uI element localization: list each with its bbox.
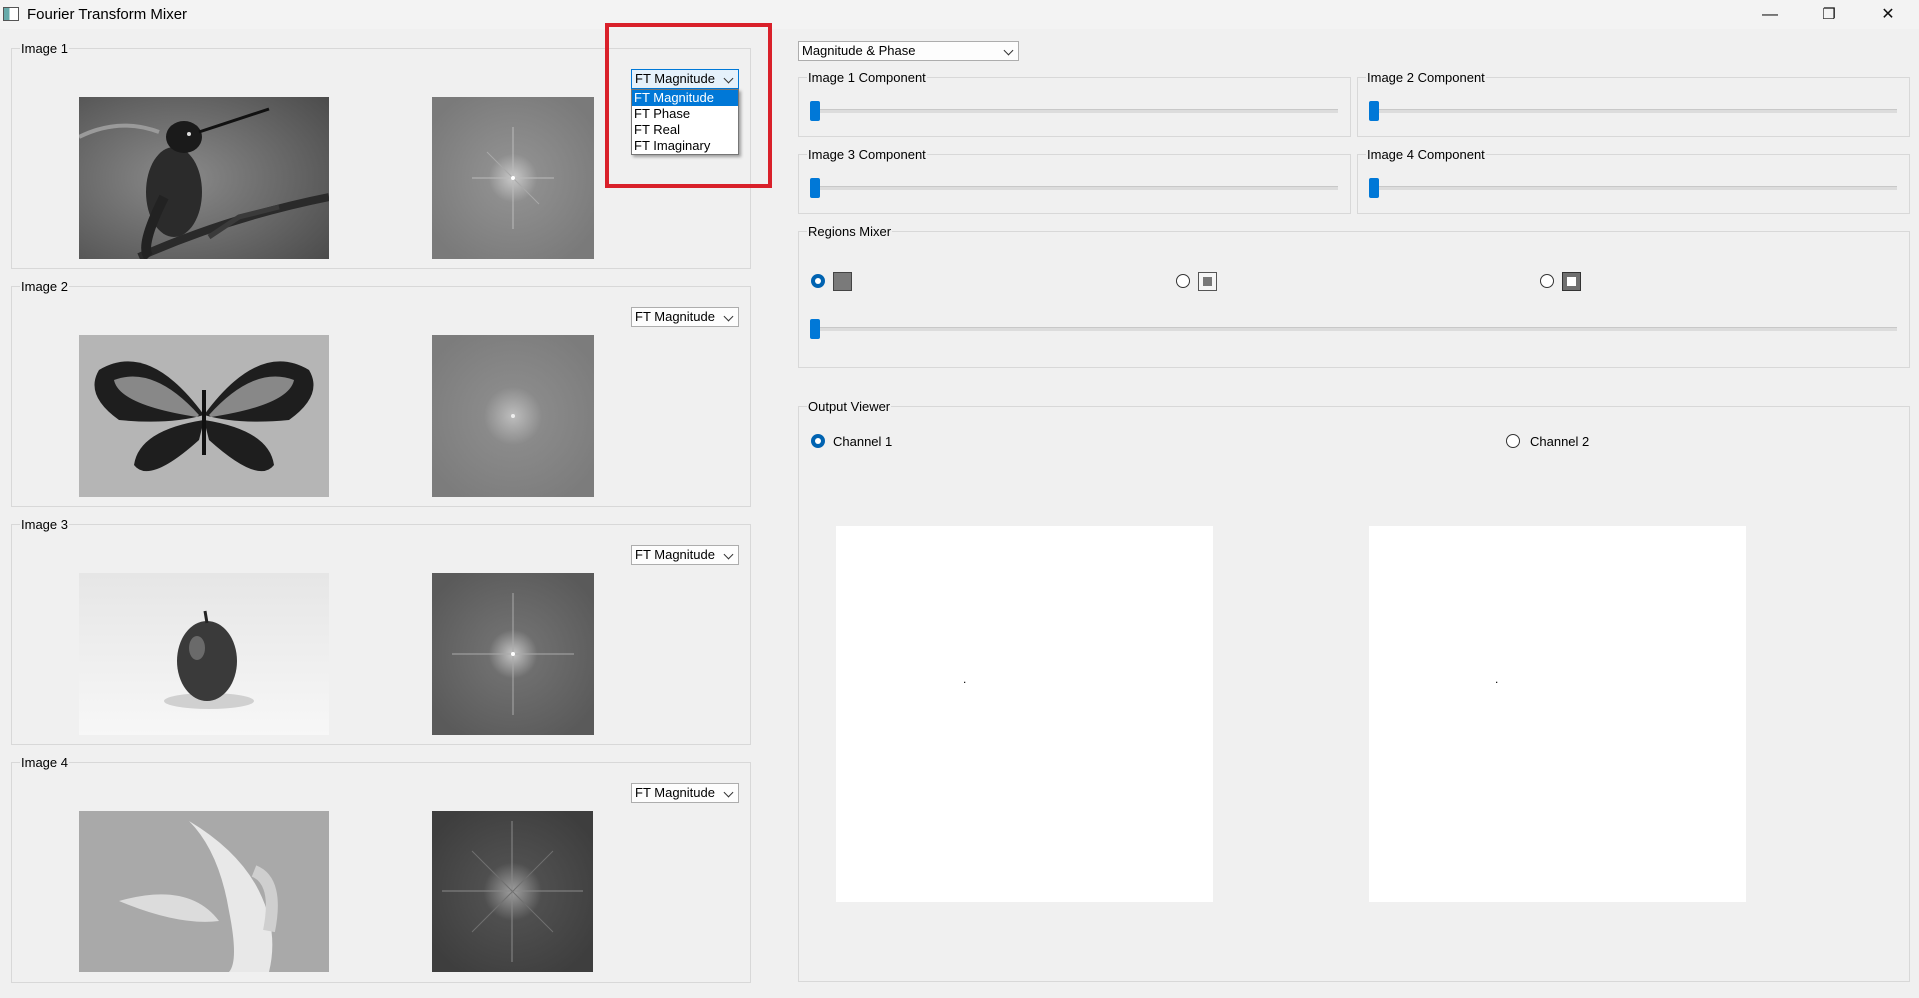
image-3-component-slider-handle[interactable]: [810, 178, 820, 198]
image-1-original[interactable]: [79, 97, 329, 259]
image-4-ft-view[interactable]: [432, 811, 593, 972]
region-outer-radio[interactable]: [1540, 274, 1554, 288]
image-2-component-value: FT Magnitude: [635, 309, 715, 324]
output-2-dot: .: [1495, 672, 1499, 686]
region-size-slider-handle[interactable]: [810, 319, 820, 339]
image-1-component-label: Image 1 Component: [807, 70, 927, 85]
chevron-down-icon: [723, 787, 734, 798]
image-4-component-value: FT Magnitude: [635, 785, 715, 800]
image-2-component-slider-handle[interactable]: [1369, 101, 1379, 121]
channel-2-radio[interactable]: [1506, 434, 1520, 448]
image-4-component-select[interactable]: FT Magnitude: [631, 783, 739, 803]
image-1-component-group: [798, 77, 1351, 137]
window-title: Fourier Transform Mixer: [27, 6, 188, 23]
image-3-label: Image 3: [20, 517, 69, 532]
title-bar: Fourier Transform Mixer — ❐ ✕: [0, 0, 1919, 29]
mode-select-value: Magnitude & Phase: [802, 43, 916, 58]
channel-2-label[interactable]: Channel 2: [1530, 434, 1589, 449]
chevron-down-icon: [723, 549, 734, 560]
image-3-component-select[interactable]: FT Magnitude: [631, 545, 739, 565]
image-3-component-value: FT Magnitude: [635, 547, 715, 562]
image-4-original[interactable]: [79, 811, 329, 972]
image-3-component-label: Image 3 Component: [807, 147, 927, 162]
output-2-view[interactable]: .: [1369, 526, 1746, 902]
maximize-button[interactable]: ❐: [1806, 0, 1852, 29]
channel-1-radio[interactable]: [811, 434, 825, 448]
image-2-component-label: Image 2 Component: [1366, 70, 1486, 85]
image-1-label: Image 1: [20, 41, 69, 56]
image-2-component-slider-track[interactable]: [1369, 109, 1897, 113]
image-1-component-slider-handle[interactable]: [810, 101, 820, 121]
image-3-component-slider-track[interactable]: [810, 186, 1338, 190]
image-2-component-select[interactable]: FT Magnitude: [631, 307, 739, 327]
chevron-down-icon: [723, 311, 734, 322]
full-region-icon: [833, 272, 852, 291]
image-4-component-slider-track[interactable]: [1369, 186, 1897, 190]
chevron-down-icon: [1003, 45, 1014, 56]
output-1-dot: .: [963, 672, 967, 686]
outer-region-icon: [1562, 272, 1581, 291]
output-viewer-label: Output Viewer: [807, 399, 892, 414]
close-button[interactable]: ✕: [1865, 0, 1911, 29]
image-4-component-group: [1357, 154, 1910, 214]
regions-mixer-group: [798, 231, 1910, 368]
image-2-component-group: [1357, 77, 1910, 137]
image-1-component-slider-track[interactable]: [810, 109, 1338, 113]
image-3-ft-view[interactable]: [432, 573, 594, 735]
image-3-component-group: [798, 154, 1351, 214]
mode-select[interactable]: Magnitude & Phase: [798, 41, 1019, 61]
image-4-component-label: Image 4 Component: [1366, 147, 1486, 162]
image-3-original[interactable]: [79, 573, 329, 735]
minimize-button[interactable]: —: [1747, 0, 1793, 29]
image-4-component-slider-handle[interactable]: [1369, 178, 1379, 198]
app-icon: [3, 7, 19, 21]
output-1-view[interactable]: .: [836, 526, 1213, 902]
image-4-label: Image 4: [20, 755, 69, 770]
channel-1-label[interactable]: Channel 1: [833, 434, 892, 449]
region-inner-radio[interactable]: [1176, 274, 1190, 288]
inner-region-icon: [1198, 272, 1217, 291]
regions-mixer-label: Regions Mixer: [807, 224, 893, 239]
highlight-box: [605, 23, 772, 188]
region-size-slider-track[interactable]: [810, 327, 1897, 331]
image-1-ft-view[interactable]: [432, 97, 594, 259]
region-full-radio[interactable]: [811, 274, 825, 288]
image-2-ft-view[interactable]: [432, 335, 594, 497]
image-2-original[interactable]: [79, 335, 329, 497]
image-2-label: Image 2: [20, 279, 69, 294]
